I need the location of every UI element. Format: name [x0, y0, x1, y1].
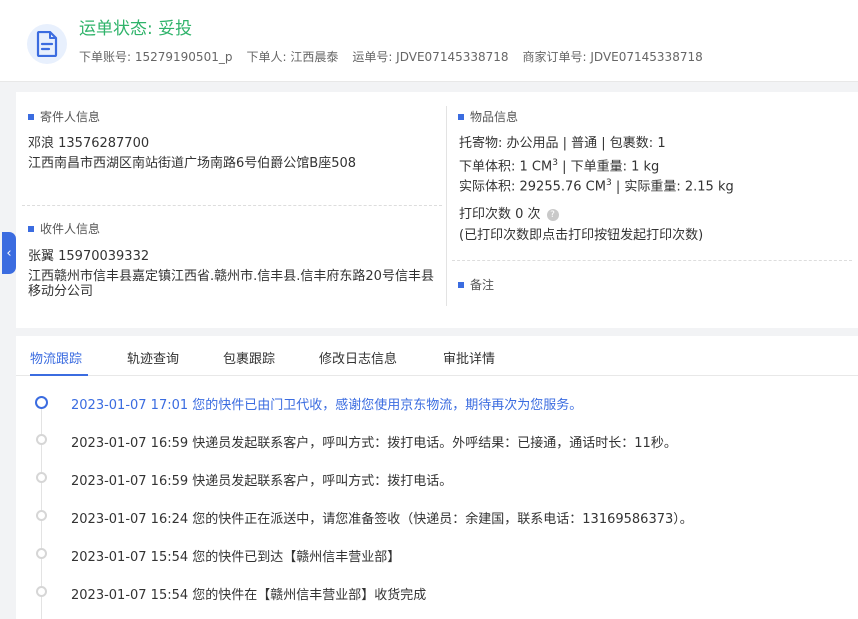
active-tab-indicator	[30, 374, 88, 376]
section-marker	[28, 225, 34, 232]
order-account: 下单账号: 15279190501_p	[79, 50, 233, 64]
help-icon[interactable]: ?	[546, 208, 559, 221]
section-marker	[28, 113, 34, 120]
tab-bar: 物流跟踪 轨迹查询 包裹跟踪 修改日志信息 审批详情	[16, 336, 858, 376]
print-count-note: (已打印次数即点击打印按钮发起打印次数)	[459, 228, 704, 243]
tab-approval-details[interactable]: 审批详情	[443, 348, 495, 367]
timeline-entry: 2023-01-07 17:01 您的快件已由门卫代收，感谢您使用京东物流，期待…	[71, 398, 583, 413]
timeline-entry: 2023-01-07 15:54 您的快件已到达【赣州信丰营业部】	[71, 550, 401, 565]
timeline-dot-active	[35, 396, 48, 409]
tab-change-log[interactable]: 修改日志信息	[319, 348, 397, 367]
tab-logistics-tracking[interactable]: 物流跟踪	[30, 348, 82, 367]
collapse-panel-tab[interactable]: ‹	[2, 232, 16, 274]
orderer: 下单人: 江西晨泰	[246, 50, 339, 64]
tab-package-tracking[interactable]: 包裹跟踪	[223, 348, 275, 367]
timeline-entry: 2023-01-07 16:59 快递员发起联系客户，呼叫方式：拨打电话。	[71, 474, 453, 489]
waybill-status: 运单状态: 妥投	[79, 19, 193, 39]
receiver-name-phone: 张翼 15970039332	[28, 249, 150, 264]
logistics-panel: 物流跟踪 轨迹查询 包裹跟踪 修改日志信息 审批详情 2023-01-07 17…	[16, 336, 858, 619]
receiver-title-label: 收件人信息	[40, 222, 101, 236]
remark-title-label: 备注	[470, 278, 495, 292]
column-divider	[446, 106, 447, 306]
goods-section-title: 物品信息	[458, 108, 518, 125]
timeline-entry: 2023-01-07 16:24 您的快件正在派送中，请您准备签收（快递员：余建…	[71, 512, 693, 527]
actual-volume: 实际体积: 29255.76 CM	[459, 179, 606, 195]
timeline-dot	[36, 472, 47, 483]
sender-address: 江西南昌市西湖区南站街道广场南路6号伯爵公馆B座508	[28, 156, 357, 171]
timeline-dot	[36, 548, 47, 559]
timeline-dot	[36, 586, 47, 597]
waybill-number: 运单号: JDVE07145338718	[352, 50, 509, 64]
tab-track-query[interactable]: 轨迹查询	[127, 348, 179, 367]
chevron-left-icon: ‹	[6, 245, 12, 261]
goods-summary: 托寄物: 办公用品 | 普通 | 包裹数: 1	[459, 136, 666, 151]
merchant-order-number: 商家订单号: JDVE07145338718	[522, 50, 703, 64]
section-divider	[452, 260, 852, 261]
sender-section-title: 寄件人信息	[28, 108, 100, 125]
print-count-value: 打印次数 0 次	[459, 207, 541, 222]
goods-title-label: 物品信息	[470, 110, 519, 124]
section-marker	[458, 113, 464, 120]
document-icon	[27, 24, 67, 64]
sender-title-label: 寄件人信息	[40, 110, 101, 124]
waybill-meta: 下单账号: 15279190501_p 下单人: 江西晨泰 运单号: JDVE0…	[79, 48, 717, 65]
timeline-dot	[36, 434, 47, 445]
waybill-header: 运单状态: 妥投 下单账号: 15279190501_p 下单人: 江西晨泰 运…	[0, 0, 858, 82]
receiver-address: 江西赣州市信丰县嘉定镇江西省.赣州市.信丰县.信丰府东路20号信丰县移动分公司	[28, 269, 434, 299]
sender-name-phone: 邓浪 13576287700	[28, 136, 150, 151]
section-marker	[458, 281, 464, 288]
actual-weight: | 实际重量: 2.15 kg	[611, 179, 734, 195]
receiver-section-title: 收件人信息	[28, 220, 100, 237]
timeline-entry: 2023-01-07 15:54 您的快件在【赣州信丰营业部】收货完成	[71, 588, 427, 603]
shipment-info-panel: 寄件人信息 邓浪 13576287700 江西南昌市西湖区南站街道广场南路6号伯…	[16, 92, 858, 328]
actual-volume-weight: 实际体积: 29255.76 CM3 | 实际重量: 2.15 kg	[459, 173, 734, 197]
timeline-entry: 2023-01-07 16:59 快递员发起联系客户，呼叫方式：拨打电话。外呼结…	[71, 436, 677, 451]
timeline-dot	[36, 510, 47, 521]
remark-section-title: 备注	[458, 276, 494, 293]
print-count: 打印次数 0 次?	[459, 205, 559, 225]
section-divider	[22, 205, 442, 206]
